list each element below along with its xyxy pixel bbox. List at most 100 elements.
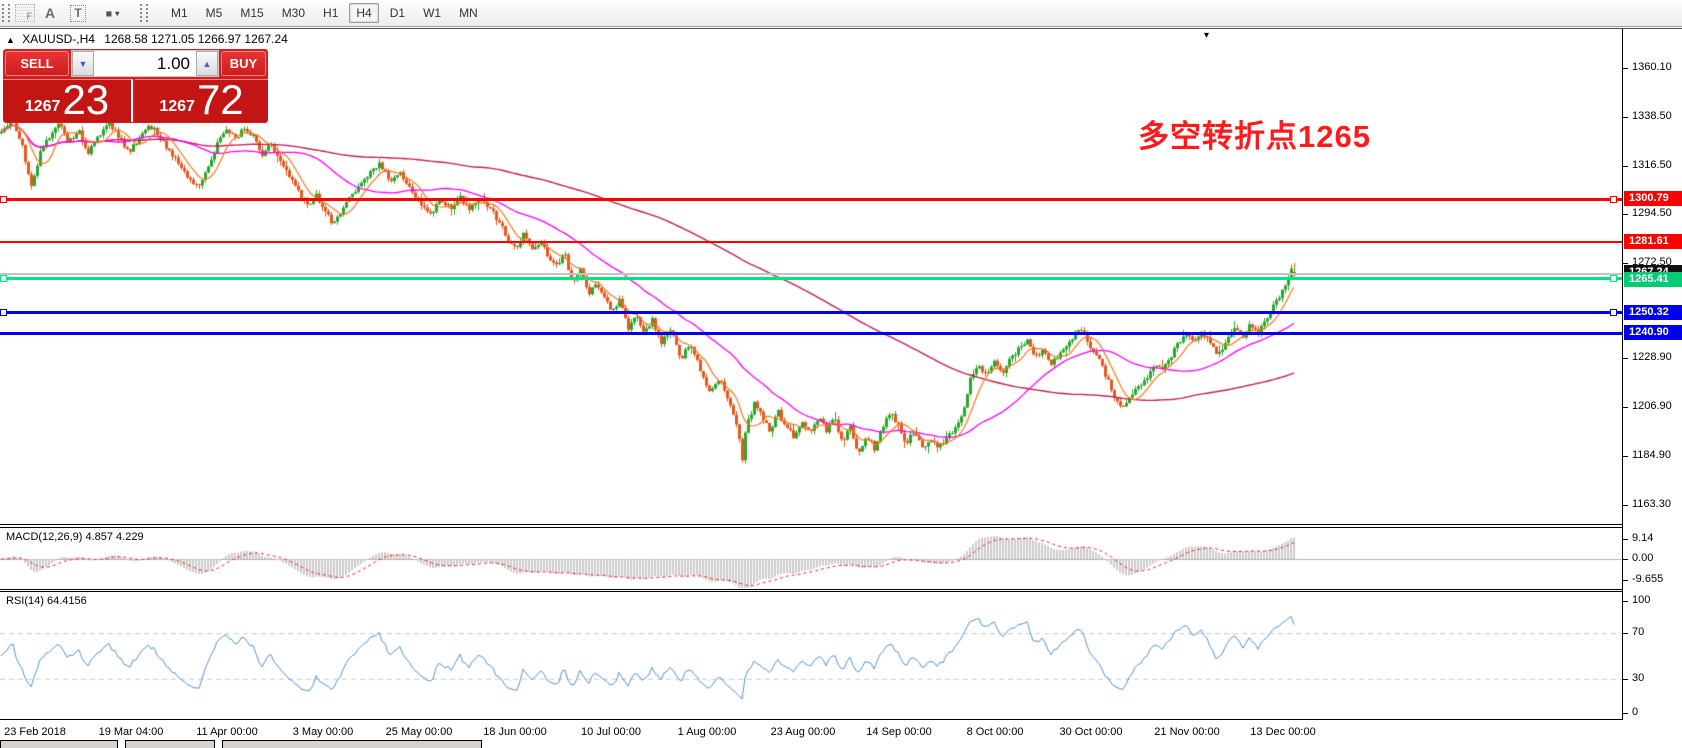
- date-tick-label: 1 Aug 00:00: [678, 726, 737, 738]
- one-click-trade-panel: SELL ▼ 1.00 ▲ BUY 1267 23 1267 72: [3, 49, 268, 123]
- level-badge: 1240.90: [1624, 325, 1682, 340]
- line-anchor-handle[interactable]: [0, 275, 7, 282]
- date-tick-label: 21 Nov 00:00: [1154, 726, 1219, 738]
- volume-increase-button[interactable]: ▲: [196, 51, 218, 76]
- date-tick-label: 23 Feb 2018: [4, 726, 66, 738]
- price-axis[interactable]: 1360.101338.501316.501294.501272.501228.…: [1623, 29, 1682, 748]
- axis-tick: [1623, 679, 1628, 680]
- timeframe-button-m1[interactable]: M1: [164, 3, 195, 23]
- price-tick-label: 1316.50: [1632, 159, 1672, 171]
- price-tick-label: 1228.90: [1632, 351, 1672, 363]
- volume-input[interactable]: 1.00: [94, 54, 196, 74]
- axis-tick: [1623, 505, 1628, 506]
- axis-tick: [1623, 263, 1628, 264]
- timeframe-button-h4[interactable]: H4: [349, 3, 378, 23]
- volume-stepper: ▼ 1.00 ▲: [71, 50, 219, 77]
- symbol-name: XAUUSD-,H4: [22, 32, 95, 46]
- axis-tick: [1623, 117, 1628, 118]
- timeframe-group: M1M5M15M30H1H4D1W1MN: [162, 3, 487, 23]
- axis-tick: [1623, 166, 1628, 167]
- price-tick-label: 1338.50: [1632, 110, 1672, 122]
- text-label-tool-icon[interactable]: A: [37, 2, 63, 24]
- level-badge: 1265.41: [1624, 272, 1682, 287]
- chart-text-annotation: 多空转折点1265: [1138, 111, 1371, 156]
- timeframe-button-m5[interactable]: M5: [199, 3, 230, 23]
- line-anchor-handle[interactable]: [1610, 196, 1617, 203]
- toolbar-grip[interactable]: [2, 4, 10, 22]
- line-anchor-handle[interactable]: [0, 196, 7, 203]
- date-tick-label: 8 Oct 00:00: [967, 726, 1024, 738]
- chart-menu-icon[interactable]: ▾: [1204, 30, 1209, 41]
- macd-tick-label: 0.00: [1632, 552, 1653, 564]
- axis-tick: [1623, 633, 1628, 634]
- timeframe-toolbar-grip[interactable]: [140, 4, 148, 22]
- price-level-line[interactable]: [0, 311, 1622, 314]
- price-tick-label: 1360.10: [1632, 61, 1672, 73]
- arrows-tool-icon[interactable]: ◆ ▾: [93, 2, 131, 24]
- axis-tick: [1623, 358, 1628, 359]
- line-anchor-handle[interactable]: [1610, 309, 1617, 316]
- buy-price-big: 72: [197, 80, 244, 120]
- axis-tick: [1623, 580, 1628, 581]
- arrows-glyph: ◆: [103, 7, 115, 19]
- level-badge: 1300.79: [1624, 191, 1682, 206]
- timeframe-button-h1[interactable]: H1: [316, 3, 345, 23]
- timeframe-button-d1[interactable]: D1: [383, 3, 412, 23]
- macd-tick-label: -9.655: [1632, 573, 1663, 585]
- sell-price-small: 1267: [25, 98, 61, 116]
- chevron-down-icon: ▾: [115, 9, 119, 18]
- level-badge: 1250.32: [1624, 305, 1682, 320]
- price-level-line[interactable]: [0, 277, 1622, 280]
- timeframe-button-m15[interactable]: M15: [233, 3, 270, 23]
- date-tick-label: 23 Aug 00:00: [771, 726, 836, 738]
- date-tick-label: 3 May 00:00: [293, 726, 354, 738]
- price-level-line[interactable]: [0, 273, 1622, 275]
- rsi-tick-label: 30: [1632, 672, 1644, 684]
- price-level-line[interactable]: [0, 198, 1622, 201]
- date-tick-label: 11 Apr 00:00: [196, 726, 258, 738]
- sell-button[interactable]: SELL: [5, 51, 69, 76]
- buy-price-small: 1267: [159, 98, 195, 116]
- price-level-line[interactable]: [0, 332, 1622, 335]
- price-tick-label: 1294.50: [1632, 207, 1672, 219]
- line-anchor-handle[interactable]: [0, 309, 7, 316]
- rsi-tick-label: 100: [1632, 594, 1650, 606]
- timeframe-button-m30[interactable]: M30: [275, 3, 312, 23]
- text-tool-icon[interactable]: T: [65, 2, 91, 24]
- buy-button[interactable]: BUY: [221, 51, 266, 76]
- date-tick-label: 14 Sep 00:00: [866, 726, 931, 738]
- date-tick-label: 13 Dec 00:00: [1250, 726, 1315, 738]
- axis-tick: [1623, 456, 1628, 457]
- axis-tick: [1623, 559, 1628, 560]
- date-tick-label: 25 May 00:00: [386, 726, 453, 738]
- axis-tick: [1623, 601, 1628, 602]
- date-tick-label: 19 Mar 04:00: [99, 726, 164, 738]
- symbol-header: ▲ XAUUSD-,H4 1268.58 1271.05 1266.97 126…: [6, 32, 288, 46]
- buy-price-button[interactable]: 1267 72: [135, 79, 268, 122]
- price-level-line[interactable]: [0, 241, 1622, 243]
- line-anchor-handle[interactable]: [1610, 275, 1617, 282]
- timeframe-button-mn[interactable]: MN: [452, 3, 485, 23]
- macd-label: MACD(12,26,9) 4.857 4.229: [6, 531, 144, 543]
- volume-decrease-button[interactable]: ▼: [72, 51, 94, 76]
- date-tick-label: 18 Jun 00:00: [483, 726, 547, 738]
- level-badge: 1281.61: [1624, 234, 1682, 249]
- symbol-ohlc: 1268.58 1271.05 1266.97 1267.24: [104, 32, 288, 46]
- axis-tick: [1623, 407, 1628, 408]
- timeframe-button-w1[interactable]: W1: [416, 3, 448, 23]
- date-tick-label: 10 Jul 00:00: [581, 726, 641, 738]
- toolbar: F A T ◆ ▾ M1M5M15M30H1H4D1W1MN: [0, 0, 1682, 27]
- text-tool-glyph: T: [70, 5, 85, 22]
- sell-price-big: 23: [62, 80, 109, 120]
- rsi-tick-label: 0: [1632, 706, 1638, 718]
- macd-pane-canvas: [0, 528, 1622, 588]
- sell-price-button[interactable]: 1267 23: [3, 79, 133, 122]
- axis-tick: [1623, 214, 1628, 215]
- price-tick-label: 1163.30: [1632, 498, 1671, 510]
- date-tick-label: 30 Oct 00:00: [1060, 726, 1123, 738]
- axis-tick: [1623, 539, 1628, 540]
- panel-collapse-icon[interactable]: ▲: [6, 35, 15, 45]
- toolbar-grip-f-icon[interactable]: F: [15, 4, 35, 22]
- axis-tick: [1623, 713, 1628, 714]
- price-tick-label: 1206.90: [1632, 400, 1672, 412]
